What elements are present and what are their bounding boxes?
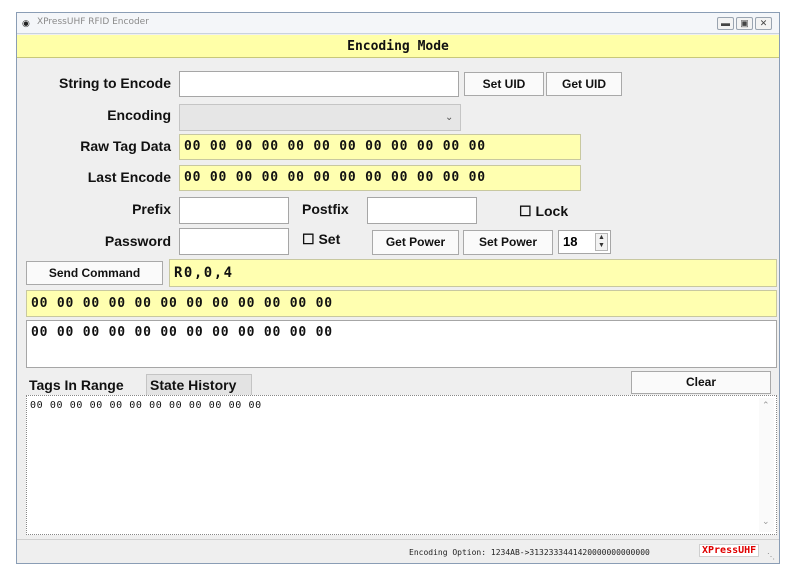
encoding-label: Encoding — [107, 107, 171, 123]
app-icon: ◉ — [22, 18, 30, 28]
response-field: 00 00 00 00 00 00 00 00 00 00 00 00 — [26, 290, 777, 317]
get-power-button[interactable]: Get Power — [372, 230, 459, 255]
maximize-button[interactable]: ▣ — [736, 17, 753, 30]
close-button[interactable]: ✕ — [755, 17, 772, 30]
checkbox-icon: ☐ — [519, 203, 532, 219]
power-value: 18 — [563, 234, 578, 249]
last-encode-field: 00 00 00 00 00 00 00 00 00 00 00 00 — [179, 165, 581, 191]
status-bar: Encoding Option: 1234AB->313233344142000… — [17, 539, 779, 563]
close-icon: ✕ — [759, 18, 768, 28]
tags-log-panel[interactable]: 00 00 00 00 00 00 00 00 00 00 00 00 ⌃ ⌄ — [26, 395, 777, 535]
set-checkbox[interactable]: ☐ Set — [302, 231, 340, 248]
resize-grip-icon[interactable]: ⋱ — [767, 552, 775, 561]
set-uid-button[interactable]: Set UID — [464, 72, 544, 96]
tab-state-history[interactable]: State History — [146, 374, 252, 395]
raw-tag-data-label: Raw Tag Data — [80, 138, 171, 154]
password-label: Password — [104, 233, 171, 249]
prefix-input[interactable] — [179, 197, 289, 224]
brand-label: XPressUHF — [699, 544, 760, 557]
stepper-arrows-icon[interactable]: ▲ ▼ — [595, 233, 608, 251]
password-input[interactable] — [179, 228, 289, 255]
scroll-down-icon[interactable]: ⌄ — [762, 516, 770, 527]
chevron-down-icon: ⌄ — [445, 112, 454, 123]
tab-tags-in-range[interactable]: Tags In Range — [26, 375, 146, 395]
get-uid-button[interactable]: Get UID — [546, 72, 622, 96]
set-power-button[interactable]: Set Power — [463, 230, 553, 255]
raw-tag-data-field: 00 00 00 00 00 00 00 00 00 00 00 00 — [179, 134, 581, 160]
clear-button[interactable]: Clear — [631, 371, 771, 394]
title-bar: ◉ XPressUHF RFID Encoder ▬ ▣ ✕ — [17, 13, 779, 34]
lock-checkbox-label: Lock — [535, 203, 569, 219]
mode-header: Encoding Mode — [17, 35, 779, 58]
app-window: ◉ XPressUHF RFID Encoder ▬ ▣ ✕ Encoding … — [16, 12, 780, 564]
set-checkbox-label: Set — [318, 231, 341, 247]
maximize-icon: ▣ — [740, 18, 749, 28]
postfix-label: Postfix — [302, 201, 349, 217]
window-title: XPressUHF RFID Encoder — [37, 17, 149, 27]
log-line: 00 00 00 00 00 00 00 00 00 00 00 00 — [30, 400, 262, 411]
lock-checkbox[interactable]: ☐ Lock — [519, 203, 568, 220]
postfix-input[interactable] — [367, 197, 477, 224]
log-scrollbar[interactable]: ⌃ ⌄ — [759, 398, 774, 532]
power-stepper[interactable]: 18 ▲ ▼ — [558, 230, 611, 254]
encoding-option-status: Encoding Option: 1234AB->313233344142000… — [409, 548, 650, 557]
prefix-label: Prefix — [132, 201, 171, 217]
string-to-encode-input[interactable] — [179, 71, 459, 97]
encoding-select[interactable]: ⌄ — [179, 104, 461, 131]
checkbox-icon: ☐ — [302, 231, 315, 247]
string-to-encode-label: String to Encode — [59, 75, 171, 91]
response-output: 00 00 00 00 00 00 00 00 00 00 00 00 — [26, 320, 777, 368]
send-command-button[interactable]: Send Command — [26, 261, 163, 285]
last-encode-label: Last Encode — [87, 169, 171, 185]
minimize-button[interactable]: ▬ — [717, 17, 734, 30]
command-input[interactable]: R0,0,4 — [169, 259, 777, 287]
scroll-up-icon[interactable]: ⌃ — [762, 400, 770, 411]
minimize-icon: ▬ — [721, 18, 730, 28]
